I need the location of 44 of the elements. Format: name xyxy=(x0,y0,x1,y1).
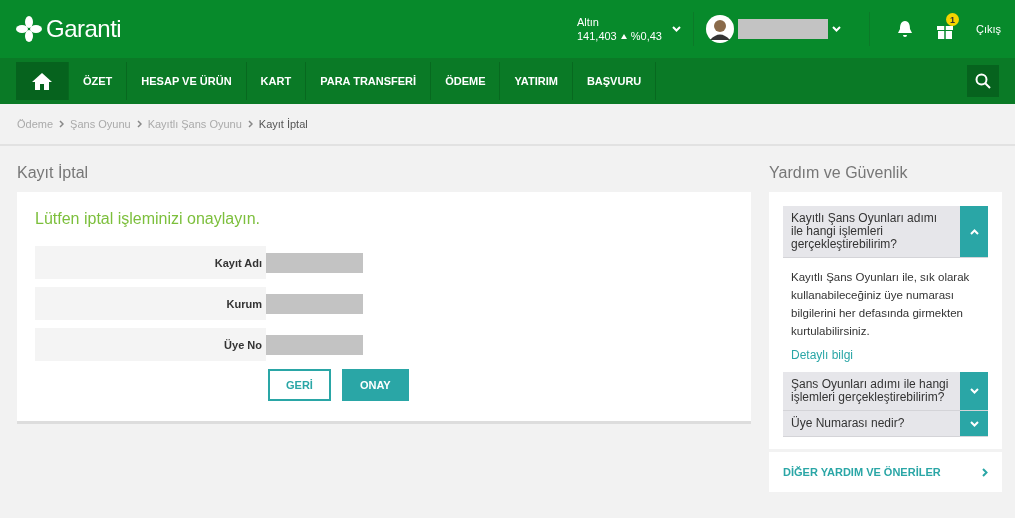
logout-link[interactable]: Çıkış xyxy=(975,23,1001,35)
ticker-value: 141,403 xyxy=(576,29,617,43)
nav-tab[interactable]: ÖZET xyxy=(69,62,128,100)
ticker-label: Altın xyxy=(576,15,600,29)
nav-tab[interactable]: KART xyxy=(246,62,307,100)
faq-question[interactable]: Kayıtlı Şans Oyunları adımı ile hangi işlemleri gerçekleştirebilirim? xyxy=(783,206,988,258)
chevron-right-icon xyxy=(982,467,988,477)
breadcrumb-link[interactable]: Kayıt İptal xyxy=(258,118,308,130)
faq-question[interactable]: Şans Oyunları adımı ile hangi işlemleri gerçekleştirebilirim? xyxy=(783,372,988,411)
logo-text: Garanti xyxy=(46,15,122,43)
avatar-icon[interactable] xyxy=(705,15,734,43)
chevron-right-icon xyxy=(247,120,253,128)
bell-icon[interactable] xyxy=(895,20,914,38)
faq-answer: Kayıtlı Şans Oyunları ile, sık olarak kullanabileceğiniz üye numarası bilgilerini her defasında girmekten kurtulabilirsiniz. xyxy=(790,270,971,339)
back-button[interactable]: GERİ xyxy=(268,369,331,401)
dropdown-caret-icon[interactable] xyxy=(671,26,681,32)
field-label: Kayıt Adı xyxy=(35,246,266,279)
detail-link[interactable]: Detaylı bilgi xyxy=(783,340,988,372)
notification-badge: 1 xyxy=(945,13,959,26)
nav-tab[interactable]: ÖDEME xyxy=(431,62,501,100)
nav-tab[interactable]: PARA TRANSFERİ xyxy=(306,62,432,100)
nav-tab[interactable]: HESAP VE ÜRÜN xyxy=(127,62,247,100)
nav-tab[interactable]: BAŞVURU xyxy=(572,62,657,100)
chevron-down-icon xyxy=(969,388,979,394)
chevron-up-icon xyxy=(969,228,979,235)
chevron-right-icon xyxy=(59,120,65,128)
chevron-down-icon xyxy=(969,420,979,427)
home-icon xyxy=(32,72,52,90)
dropdown-caret-icon[interactable] xyxy=(831,26,841,32)
page-title: Kayıt İptal xyxy=(17,164,90,182)
ticker-change: %0,43 xyxy=(630,29,662,43)
faq-question[interactable]: Üye Numarası nedir? xyxy=(783,411,988,437)
field-label: Üye No xyxy=(35,328,266,361)
chevron-right-icon xyxy=(136,120,142,128)
card-heading: Lütfen iptal işleminizi onaylayın. xyxy=(35,210,261,228)
field-label: Kurum xyxy=(35,287,266,320)
nav-tab[interactable]: YATIRIM xyxy=(500,62,573,100)
clover-logo-icon xyxy=(16,16,42,42)
confirm-button[interactable]: ONAY xyxy=(341,369,409,401)
search-icon xyxy=(975,73,991,89)
help-title: Yardım ve Güvenlik xyxy=(769,164,909,182)
more-help-link[interactable]: DİĞER YARDIM VE ÖNERİLER xyxy=(769,452,1002,492)
home-tab[interactable] xyxy=(16,62,69,100)
search-button[interactable] xyxy=(967,65,999,97)
